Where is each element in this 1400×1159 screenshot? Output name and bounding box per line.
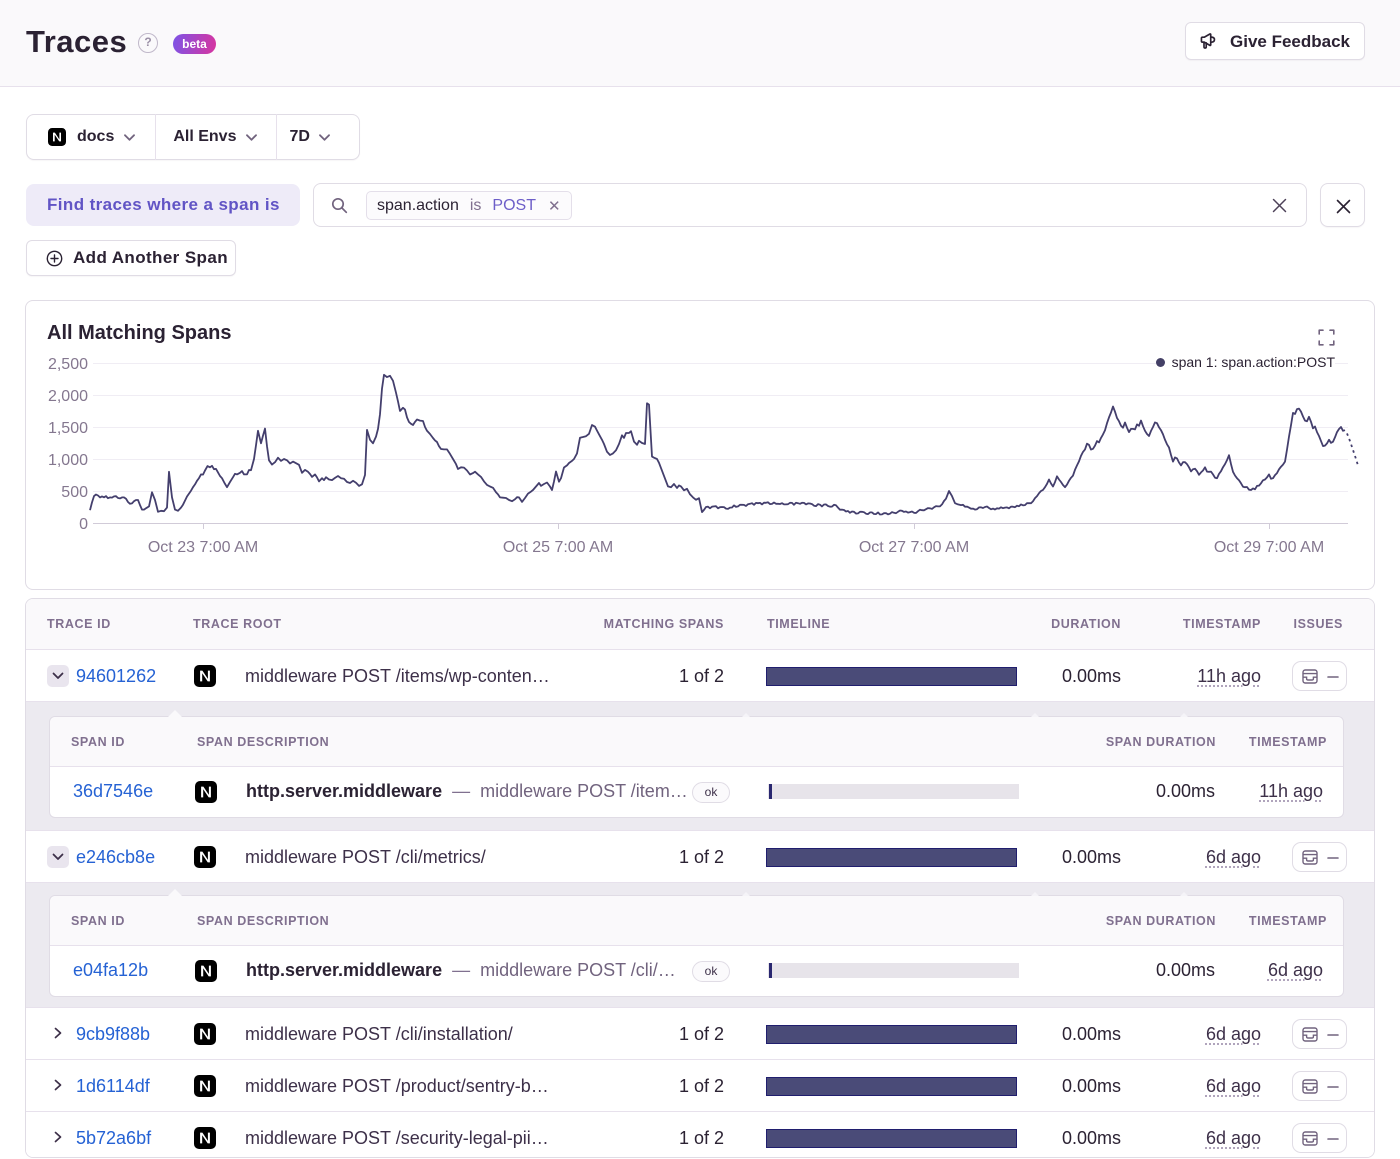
svg-text:Oct 27 7:00 AM: Oct 27 7:00 AM xyxy=(859,539,969,556)
svg-text:1,000: 1,000 xyxy=(48,452,88,469)
svg-text:0: 0 xyxy=(79,516,88,533)
svg-text:Oct 23 7:00 AM: Oct 23 7:00 AM xyxy=(148,539,258,556)
svg-text:500: 500 xyxy=(61,484,88,501)
svg-text:2,000: 2,000 xyxy=(48,388,88,405)
svg-text:2,500: 2,500 xyxy=(48,356,88,373)
svg-text:Oct 25 7:00 AM: Oct 25 7:00 AM xyxy=(503,539,613,556)
svg-text:Oct 29 7:00 AM: Oct 29 7:00 AM xyxy=(1214,539,1324,556)
svg-text:1,500: 1,500 xyxy=(48,420,88,437)
